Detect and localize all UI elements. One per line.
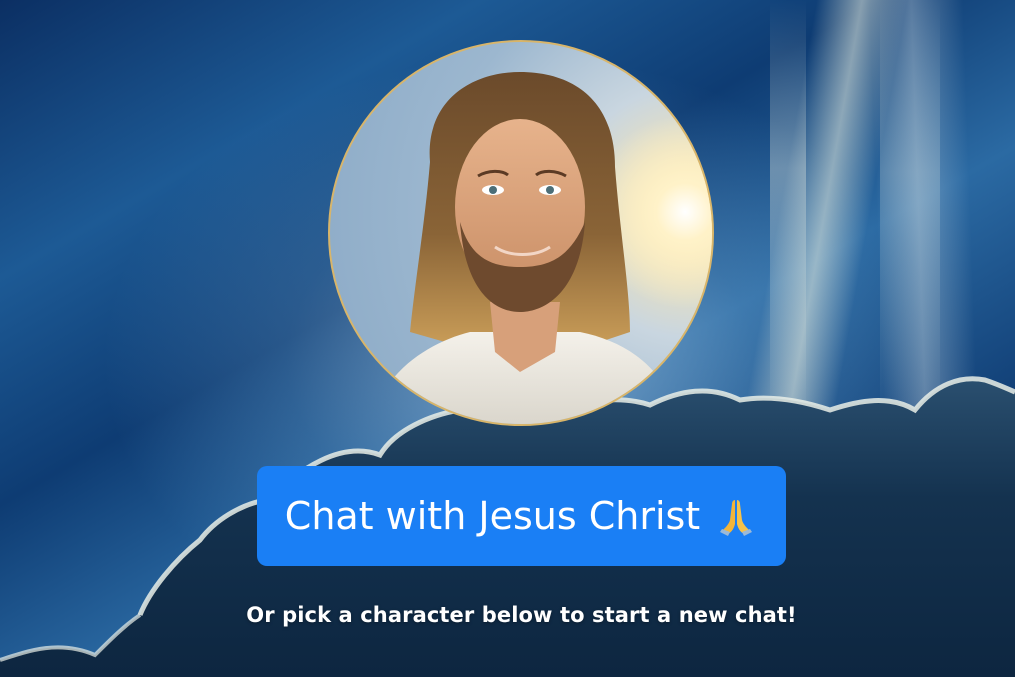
chat-button-label: Chat with Jesus Christ: [284, 494, 701, 538]
jesus-avatar: [328, 40, 714, 426]
chat-with-jesus-button[interactable]: Chat with Jesus Christ: [257, 466, 786, 566]
pick-character-subtitle: Or pick a character below to start a new…: [246, 603, 797, 627]
jesus-portrait: [330, 42, 712, 424]
praying-hands-icon: [714, 494, 758, 538]
